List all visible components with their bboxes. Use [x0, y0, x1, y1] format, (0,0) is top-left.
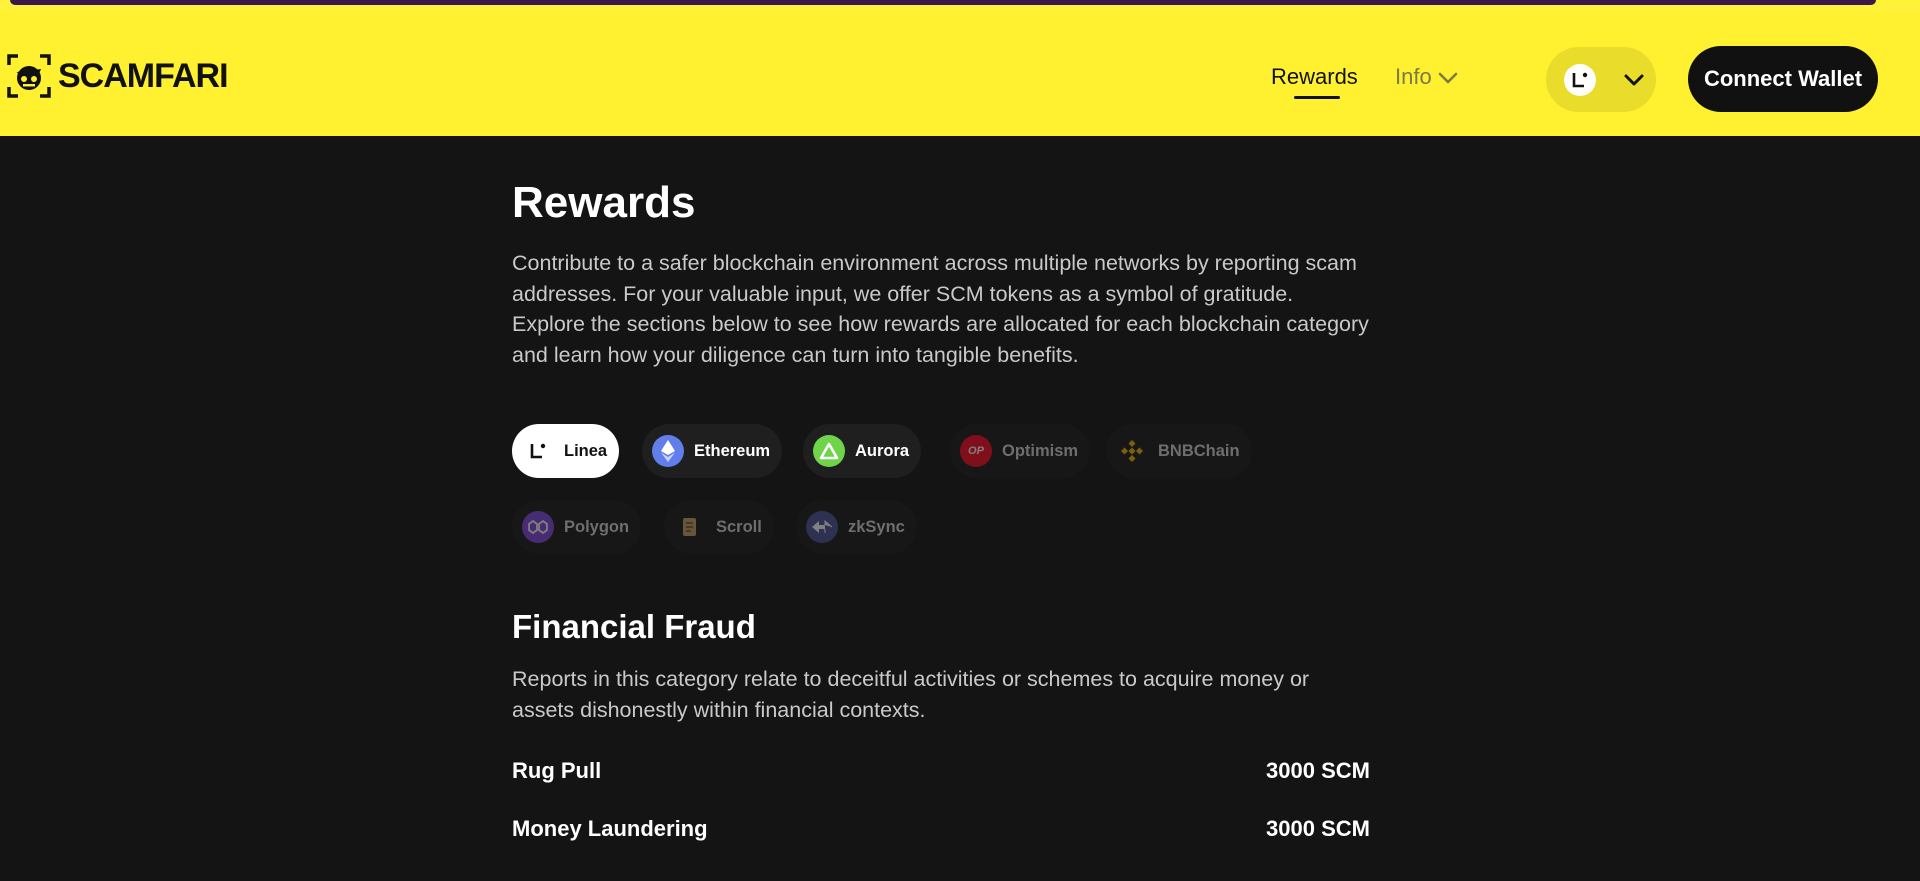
chip-label: Scroll: [716, 517, 762, 536]
ethereum-icon: [652, 435, 684, 467]
connect-wallet-button[interactable]: Connect Wallet: [1688, 46, 1878, 112]
chip-label: zkSync: [848, 517, 905, 536]
network-chip-polygon[interactable]: Polygon: [512, 500, 642, 554]
aurora-icon: [813, 435, 845, 467]
bnb-icon: [1116, 435, 1148, 467]
top-header: SCAMFARI Rewards Info Connect Wallet: [0, 0, 1920, 136]
reward-category: Rug Pull: [512, 758, 602, 783]
active-nav-indicator: [1294, 96, 1340, 99]
reward-amount: 3000 SCM: [1266, 758, 1370, 783]
polygon-icon: [522, 511, 554, 543]
network-chip-zksync[interactable]: zkSync: [796, 500, 917, 554]
network-chip-scroll[interactable]: Scroll: [664, 500, 774, 554]
network-chip-optimism[interactable]: OP Optimism: [950, 424, 1091, 478]
section-title: Financial Fraud: [512, 608, 756, 645]
reward-row: Rug Pull 3000 SCM: [512, 758, 1370, 784]
chip-label: Ethereum: [694, 441, 771, 460]
page-title: Rewards: [512, 178, 696, 227]
reward-row: Money Laundering 3000 SCM: [512, 816, 1370, 842]
top-banner-strip: [0, 0, 1920, 12]
section-description: Reports in this category relate to decei…: [512, 667, 1310, 722]
scamfari-logo-icon: [7, 54, 51, 98]
chevron-down-icon: [1438, 72, 1458, 84]
network-chip-linea[interactable]: Linea: [512, 424, 620, 478]
brand-name: SCAMFARI: [58, 56, 229, 95]
scroll-icon: [674, 511, 706, 543]
chip-label: Polygon: [564, 517, 630, 536]
network-chip-bnbchain[interactable]: BNBChain: [1106, 424, 1252, 478]
chip-label: Linea: [564, 441, 608, 460]
network-chip-aurora[interactable]: Aurora: [803, 424, 922, 478]
nav-info-label: Info: [1395, 64, 1432, 89]
chip-label: Aurora: [855, 441, 910, 460]
brand-logo[interactable]: SCAMFARI: [6, 53, 229, 99]
zksync-icon: [806, 511, 838, 543]
linea-icon: [1564, 63, 1596, 96]
network-chip-ethereum[interactable]: Ethereum: [642, 424, 783, 478]
nav-rewards-link[interactable]: Rewards: [1271, 64, 1358, 90]
linea-icon: [522, 435, 554, 467]
network-selector[interactable]: [1546, 47, 1656, 112]
optimism-icon: OP: [960, 435, 992, 467]
chevron-down-icon: [1624, 74, 1644, 85]
nav-info-dropdown[interactable]: Info: [1395, 64, 1458, 90]
page-intro: Contribute to a safer blockchain environ…: [512, 251, 1369, 367]
chip-label: BNBChain: [1158, 441, 1240, 460]
reward-amount: 3000 SCM: [1266, 816, 1370, 841]
reward-category: Money Laundering: [512, 816, 708, 841]
chip-label: Optimism: [1002, 441, 1079, 460]
